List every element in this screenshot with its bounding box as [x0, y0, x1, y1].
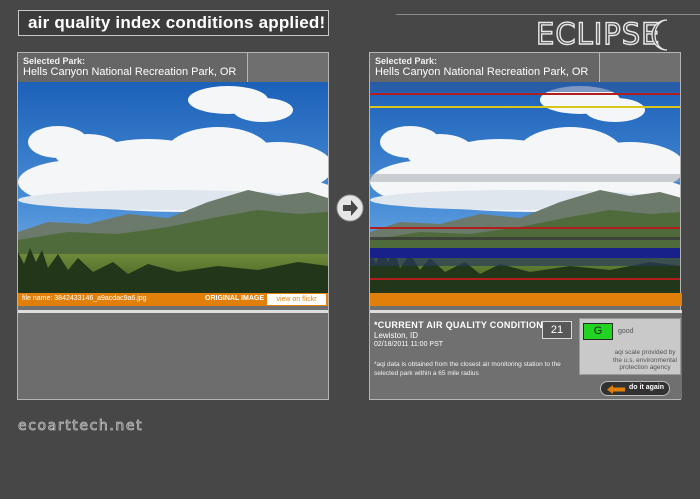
orange-bar-right	[370, 293, 682, 306]
eclipse-logo: ECLIPSE	[535, 16, 661, 51]
selected-park-label: Selected Park:	[23, 56, 86, 66]
timestamp: 02/18/2011 11:00 PST	[374, 341, 444, 348]
aqi-value: 21	[542, 321, 572, 339]
selected-park-name: Hells Canyon National Recreation Park, O…	[375, 66, 589, 78]
air-quality-title: *CURRENT AIR QUALITY CONDITIONS	[374, 320, 550, 330]
aqi-grade-badge: G	[583, 323, 613, 340]
selected-park-tab: Selected Park: Hells Canyon National Rec…	[17, 52, 248, 82]
selected-park-name: Hells Canyon National Recreation Park, O…	[23, 66, 237, 78]
left-empty-area	[18, 313, 328, 399]
page-banner: air quality index conditions applied!	[18, 10, 329, 36]
selected-park-label: Selected Park:	[375, 56, 438, 66]
crescent-moon-icon	[651, 19, 668, 51]
processed-photo	[370, 82, 680, 293]
aqi-scale-box: G good aqi scale provided by the u.s. en…	[579, 318, 681, 375]
arrow-left-icon	[607, 385, 625, 394]
file-name: file name: 3842433146_a9acdac9a6.jpg	[22, 295, 147, 302]
aqi-grade-word: good	[618, 328, 634, 335]
arrow-right-circle-icon[interactable]	[336, 194, 364, 222]
aqi-source-note: aqi scale provided by the u.s. environme…	[613, 349, 677, 371]
monitor-location: Lewiston, ID	[374, 331, 419, 340]
site-url: ecoarttech.net	[18, 418, 144, 435]
logo-divider	[396, 14, 700, 15]
selected-park-tab-right: Selected Park: Hells Canyon National Rec…	[369, 52, 600, 82]
view-on-flickr-button[interactable]: view on flickr	[267, 294, 326, 305]
aqi-data-note: *aqi data is obtained from the closest a…	[374, 361, 561, 377]
original-image-label: ORIGINAL IMAGE	[205, 295, 264, 302]
do-it-again-label: do it again	[629, 384, 664, 391]
original-photo	[18, 82, 328, 293]
image-info-bar: file name: 3842433146_a9acdac9a6.jpg ORI…	[18, 293, 328, 306]
do-it-again-button[interactable]: do it again	[600, 381, 670, 396]
